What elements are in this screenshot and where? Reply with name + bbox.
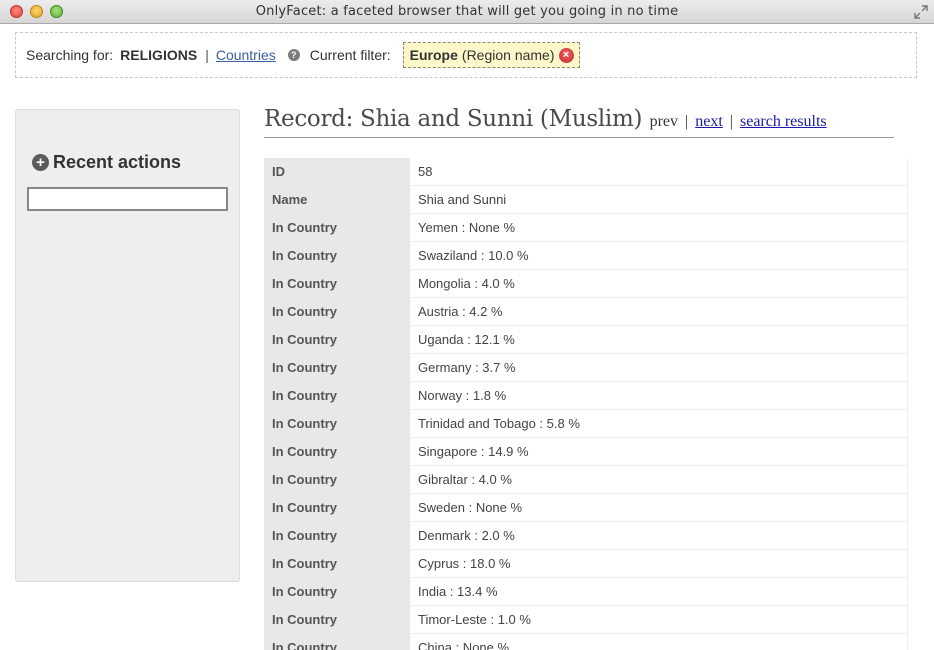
- table-row: In Country Germany : 3.7 %: [264, 353, 908, 382]
- row-value: Mongolia : 4.0 %: [410, 269, 908, 298]
- separator: |: [205, 47, 209, 63]
- table-row: In Country Swaziland : 10.0 %: [264, 241, 908, 270]
- row-key: In Country: [264, 465, 410, 494]
- row-value: Denmark : 2.0 %: [410, 521, 908, 550]
- table-row: In Country Mongolia : 4.0 %: [264, 269, 908, 298]
- row-key: In Country: [264, 409, 410, 438]
- countries-link[interactable]: Countries: [216, 47, 276, 63]
- app-window: OnlyFacet: a faceted browser that will g…: [0, 0, 934, 650]
- search-results-link[interactable]: search results: [740, 113, 827, 130]
- row-key: In Country: [264, 269, 410, 298]
- searching-label: Searching for:: [26, 47, 114, 63]
- filter-field: (Region name): [461, 47, 555, 63]
- row-value: Trinidad and Tobago : 5.8 %: [410, 409, 908, 438]
- plus-icon[interactable]: +: [32, 154, 49, 171]
- prev-label: prev: [649, 113, 679, 130]
- row-value: Gibraltar : 4.0 %: [410, 465, 908, 494]
- record-table-body: ID 58 Name Shia and Sunni In Country Yemen : …: [264, 158, 908, 650]
- help-icon[interactable]: ?: [287, 49, 300, 61]
- current-filter-label: Current filter:: [309, 47, 391, 63]
- window-title: OnlyFacet: a faceted browser that will g…: [255, 4, 679, 19]
- table-row: In Country India : 13.4 %: [264, 577, 908, 606]
- row-value: China : None %: [410, 633, 908, 650]
- row-key: Name: [264, 185, 410, 214]
- next-link[interactable]: next: [695, 113, 723, 130]
- row-value: Timor-Leste : 1.0 %: [410, 605, 908, 634]
- row-value: Shia and Sunni: [410, 185, 908, 214]
- row-value: Sweden : None %: [410, 493, 908, 522]
- filter-chip: Europe (Region name) ×: [402, 42, 580, 68]
- row-key: In Country: [264, 549, 410, 578]
- recent-actions-input[interactable]: [27, 187, 228, 211]
- row-value: India : 13.4 %: [410, 577, 908, 606]
- table-row: Name Shia and Sunni: [264, 185, 908, 214]
- table-row: In Country Denmark : 2.0 %: [264, 521, 908, 550]
- row-key: In Country: [264, 381, 410, 410]
- row-key: In Country: [264, 605, 410, 634]
- row-key: In Country: [264, 325, 410, 354]
- remove-filter-icon[interactable]: ×: [558, 47, 574, 63]
- table-row: In Country Timor-Leste : 1.0 %: [264, 605, 908, 634]
- table-row: In Country Gibraltar : 4.0 %: [264, 465, 908, 494]
- row-key: In Country: [264, 297, 410, 326]
- nav-separator: |: [729, 113, 733, 130]
- row-key: In Country: [264, 353, 410, 382]
- table-row: In Country Sweden : None %: [264, 493, 908, 522]
- table-row: In Country Cyprus : 18.0 %: [264, 549, 908, 578]
- record-title: Record: Shia and Sunni (Muslim): [264, 106, 643, 132]
- search-topic: RELIGIONS: [120, 47, 198, 63]
- nav-separator: |: [685, 113, 689, 130]
- row-key: In Country: [264, 493, 410, 522]
- search-status-bar: Searching for: RELIGIONS | Countries ? C…: [15, 32, 917, 78]
- row-key: ID: [264, 158, 410, 186]
- record-table: ID 58 Name Shia and Sunni In Country Yemen : …: [264, 158, 908, 650]
- table-row: ID 58: [264, 158, 908, 186]
- recent-actions-label: Recent actions: [53, 152, 182, 172]
- row-value: Singapore : 14.9 %: [410, 437, 908, 466]
- row-key: In Country: [264, 213, 410, 242]
- row-key: In Country: [264, 577, 410, 606]
- row-value: Germany : 3.7 %: [410, 353, 908, 382]
- sidebar: + Recent actions: [15, 109, 240, 582]
- title-bar: OnlyFacet: a faceted browser that will g…: [0, 0, 934, 24]
- row-key: In Country: [264, 241, 410, 270]
- filter-value: Europe: [409, 47, 458, 63]
- record-header: Record: Shia and Sunni (Muslim) prev | n…: [264, 106, 894, 138]
- row-key: In Country: [264, 633, 410, 650]
- table-row: In Country Austria : 4.2 %: [264, 297, 908, 326]
- row-value: Austria : 4.2 %: [410, 297, 908, 326]
- row-value: 58: [410, 158, 908, 186]
- record-nav: prev | next | search results: [650, 113, 827, 130]
- table-row: In Country Norway : 1.8 %: [264, 381, 908, 410]
- table-row: In Country Singapore : 14.9 %: [264, 437, 908, 466]
- row-key: In Country: [264, 437, 410, 466]
- row-key: In Country: [264, 521, 410, 550]
- row-value: Cyprus : 18.0 %: [410, 549, 908, 578]
- row-value: Uganda : 12.1 %: [410, 325, 908, 354]
- table-row: In Country Trinidad and Tobago : 5.8 %: [264, 409, 908, 438]
- row-value: Swaziland : 10.0 %: [410, 241, 908, 270]
- table-row: In Country Yemen : None %: [264, 213, 908, 242]
- row-value: Yemen : None %: [410, 213, 908, 242]
- fullscreen-icon[interactable]: [914, 5, 928, 19]
- row-value: Norway : 1.8 %: [410, 381, 908, 410]
- table-row: In Country China : None %: [264, 633, 908, 650]
- recent-actions-heading: + Recent actions: [32, 152, 181, 173]
- table-row: In Country Uganda : 12.1 %: [264, 325, 908, 354]
